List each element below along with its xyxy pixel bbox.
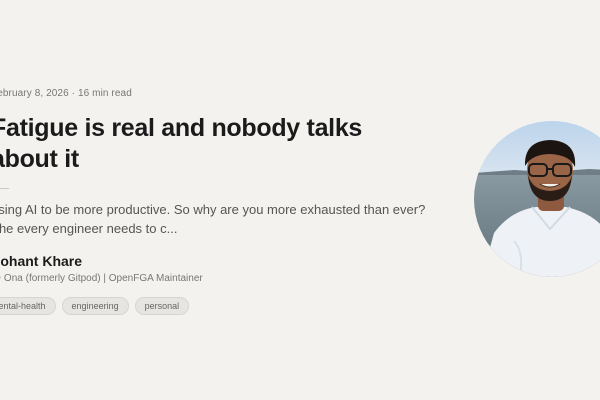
author-name: Sohant Khare [0, 253, 83, 269]
author-role: @ Ona (formerly Gitpod) | OpenFGA Mainta… [0, 273, 203, 284]
tag-mental-health[interactable]: mental-health [0, 297, 56, 315]
tag-list: mental-health engineering personal [0, 297, 190, 315]
post-meta: February 8, 2026 · 16 min read [0, 88, 132, 99]
tag-personal[interactable]: personal [134, 297, 190, 315]
article-preview[interactable]: February 8, 2026 · 16 min read Fatigue i… [0, 0, 451, 400]
post-title[interactable]: Fatigue is real and nobody talks about i… [0, 113, 421, 175]
title-divider [0, 188, 9, 189]
post-summary: using AI to be more productive. So why a… [0, 202, 426, 236]
author-avatar [474, 121, 600, 277]
avatar-photo [474, 121, 600, 277]
tag-engineering[interactable]: engineering [61, 297, 129, 315]
